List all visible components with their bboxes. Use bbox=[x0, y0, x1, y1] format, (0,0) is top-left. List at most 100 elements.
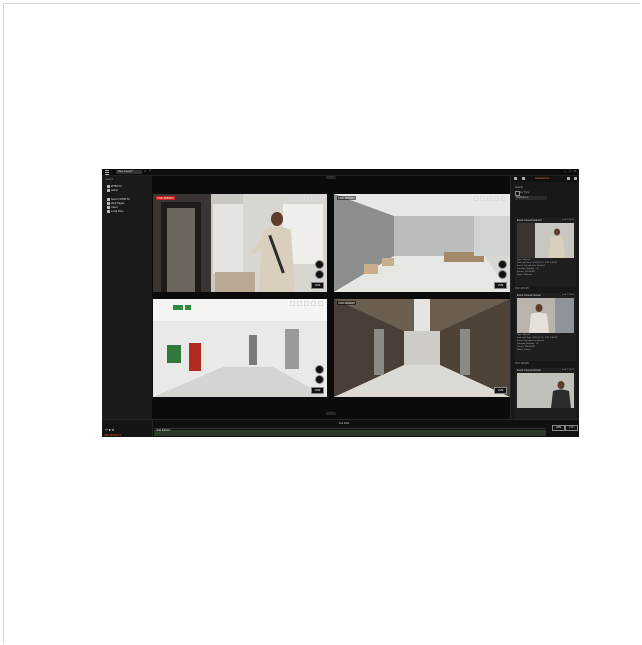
camera-tile[interactable]: XNO-6081RV LIVE bbox=[334, 299, 510, 397]
notification-type-select[interactable]: Notifications bbox=[515, 196, 547, 200]
event-snapshot-image bbox=[517, 223, 574, 258]
camera-feed-elevator-hall bbox=[334, 299, 510, 397]
live-button[interactable]: LIVE bbox=[494, 282, 507, 289]
close-icon[interactable] bbox=[318, 301, 323, 306]
fullscreen-icon[interactable] bbox=[304, 301, 309, 306]
event-snapshot bbox=[517, 223, 574, 258]
door-button[interactable] bbox=[315, 270, 324, 279]
go-live-button[interactable]: LIVE bbox=[552, 425, 565, 431]
camera-tile[interactable]: XND-6081RV LIVE bbox=[334, 194, 510, 292]
zoom-level-button[interactable]: 1 Min bbox=[565, 425, 578, 431]
title-bar: New Layout* × + – □ × bbox=[102, 169, 579, 176]
zoom-icon[interactable] bbox=[480, 196, 485, 201]
snapshot-icon[interactable] bbox=[290, 301, 295, 306]
timeline-date: Feb 2024 bbox=[339, 422, 350, 425]
filter-label: Any Type bbox=[519, 191, 530, 194]
timeline-camera-label: XND-6081RV bbox=[156, 429, 171, 432]
tab-notifications[interactable]: Notifications bbox=[535, 177, 549, 180]
live-button[interactable]: LIVE bbox=[311, 282, 324, 289]
event-snapshot-image bbox=[517, 373, 574, 408]
zoom-icon[interactable] bbox=[297, 196, 302, 201]
ptz-button[interactable] bbox=[315, 260, 324, 269]
live-button[interactable]: LIVE bbox=[494, 387, 507, 394]
timeline-clock: AM 10:56:37 bbox=[104, 433, 122, 437]
event-card[interactable]: Event: Access Granted Feb 1 15:00 Type: … bbox=[515, 218, 576, 286]
menu-icon[interactable] bbox=[105, 170, 109, 175]
search-label: Search bbox=[515, 186, 523, 189]
camera-tile[interactable]: XND-6081RV LIVE bbox=[153, 194, 327, 292]
maximize-icon[interactable]: □ bbox=[569, 169, 571, 173]
refresh-icon[interactable] bbox=[522, 177, 525, 180]
sidebar-item-label: admin bbox=[111, 189, 119, 192]
sidebar-item-label: WTB1TU bbox=[111, 185, 122, 188]
live-button[interactable]: LIVE bbox=[311, 387, 324, 394]
camera-tile-controls bbox=[290, 196, 323, 201]
resource-tree: Search WTB1TU admin Server WTB1TU Web Pa… bbox=[102, 176, 153, 419]
recording-track[interactable] bbox=[154, 430, 546, 436]
fullscreen-icon[interactable] bbox=[487, 196, 492, 201]
sidebar-item-user[interactable]: admin bbox=[107, 189, 118, 192]
event-card[interactable]: Event: Access Normal Feb 1 15:00 Type: N… bbox=[515, 293, 576, 361]
tab-close-icon[interactable]: × bbox=[144, 169, 146, 173]
sidebar-item-label: Server WTB1TU bbox=[111, 198, 131, 201]
event-section-label: XND-6081RV bbox=[515, 288, 529, 290]
sidebar-item-server[interactable]: Server WTB1TU bbox=[107, 198, 130, 201]
camera-name-label: XND-6081RV bbox=[337, 196, 356, 200]
camera-tile-controls bbox=[473, 196, 506, 201]
timeline-ruler bbox=[154, 422, 546, 429]
close-icon[interactable] bbox=[318, 196, 323, 201]
event-snapshot bbox=[517, 373, 574, 408]
sidebar-item-web-pages[interactable]: Web Pages bbox=[107, 202, 124, 205]
event-date: Feb 1 15:00 bbox=[562, 294, 574, 296]
window-controls: – □ × bbox=[564, 169, 576, 173]
vms-application: New Layout* × + – □ × Search WTB1TU admi… bbox=[102, 169, 579, 437]
alert-icon[interactable] bbox=[567, 177, 570, 180]
playback-controls-area: ⏮▶❚ AM 10:56:37 bbox=[102, 420, 153, 437]
users-icon bbox=[107, 206, 110, 209]
add-tab-icon[interactable]: + bbox=[149, 169, 151, 173]
snapshot-icon[interactable] bbox=[473, 196, 478, 201]
ptz-button[interactable] bbox=[315, 365, 324, 374]
camera-name-label: XNO-6081RV bbox=[337, 301, 357, 305]
settings-icon[interactable] bbox=[494, 196, 499, 201]
sidebar-item-local-files[interactable]: Local Files bbox=[107, 210, 123, 213]
tab-new-layout[interactable]: New Layout* bbox=[116, 170, 142, 174]
close-icon[interactable] bbox=[501, 196, 506, 201]
event-snapshot bbox=[517, 298, 574, 333]
close-icon[interactable]: × bbox=[574, 169, 576, 173]
settings-icon[interactable] bbox=[311, 301, 316, 306]
event-detail-line: Name: James bbox=[517, 349, 531, 351]
snapshot-icon[interactable] bbox=[290, 196, 295, 201]
camera-name-label: XND-6081RV bbox=[156, 196, 175, 200]
camera-tile-controls bbox=[290, 301, 323, 306]
video-grid: ︿ XND-6081RV LIVE XND-6081RV LIVE LIVE X… bbox=[152, 176, 510, 419]
search-input[interactable]: Search bbox=[105, 178, 149, 182]
sidebar-item-system[interactable]: WTB1TU bbox=[107, 185, 122, 188]
event-detail-line: Name: Michael bbox=[517, 274, 532, 276]
ptz-button[interactable] bbox=[498, 260, 507, 269]
server-icon bbox=[107, 185, 110, 188]
event-card[interactable]: Event: Access Normal Feb 1 15:00 bbox=[515, 368, 576, 419]
event-title: Event: Access Granted bbox=[517, 219, 542, 222]
event-details: Type: Normal Date and Time: 2024-11-10 ·… bbox=[517, 334, 557, 352]
minimize-icon[interactable]: – bbox=[564, 169, 566, 173]
sidebar-item-users[interactable]: Users bbox=[107, 206, 118, 209]
door-button[interactable] bbox=[315, 375, 324, 384]
bottom-collapse-handle[interactable]: ﹀ bbox=[326, 412, 336, 415]
settings-icon[interactable] bbox=[311, 196, 316, 201]
door-button[interactable] bbox=[498, 270, 507, 279]
fullscreen-icon[interactable] bbox=[304, 196, 309, 201]
event-title: Event: Access Normal bbox=[517, 369, 541, 372]
timeline-scrubber[interactable]: Feb 2024 XND-6081RV bbox=[154, 422, 546, 436]
close-icon[interactable] bbox=[574, 177, 577, 180]
event-date: Feb 1 15:00 bbox=[562, 369, 574, 371]
notification-panel: Notifications Search Any Type Notificati… bbox=[510, 176, 579, 419]
bell-icon[interactable] bbox=[514, 177, 517, 180]
camera-feed-lobby bbox=[334, 194, 510, 292]
camera-tile[interactable]: LIVE bbox=[153, 299, 327, 397]
zoom-icon[interactable] bbox=[297, 301, 302, 306]
folder-icon bbox=[107, 210, 110, 213]
pause-icon[interactable]: ❚ bbox=[112, 428, 114, 432]
event-date: Feb 1 15:00 bbox=[562, 219, 574, 221]
top-collapse-handle[interactable]: ︿ bbox=[326, 176, 336, 179]
